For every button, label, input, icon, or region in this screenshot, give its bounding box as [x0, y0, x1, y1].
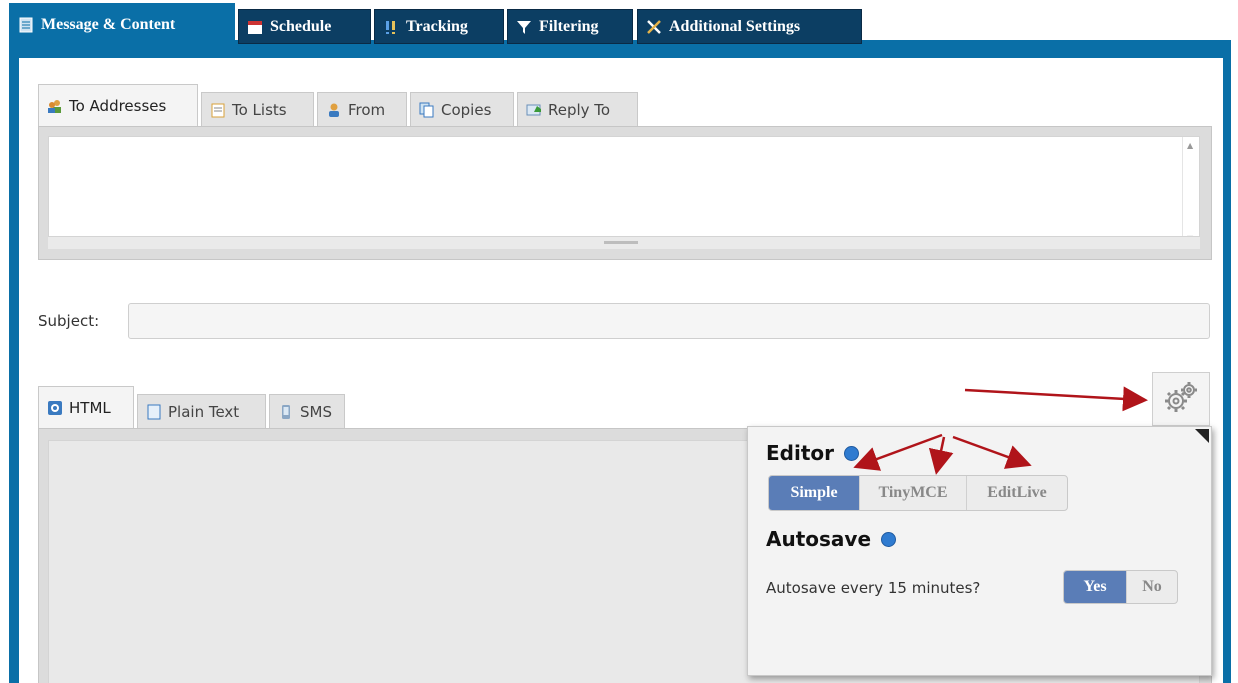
- arrow-to-gear: [964, 386, 1148, 412]
- arrow-to-editlive: [952, 435, 1032, 469]
- arrow-to-tinymce: [928, 436, 954, 475]
- arrow-to-simple: [853, 433, 943, 471]
- annotation-arrows: [853, 386, 1148, 475]
